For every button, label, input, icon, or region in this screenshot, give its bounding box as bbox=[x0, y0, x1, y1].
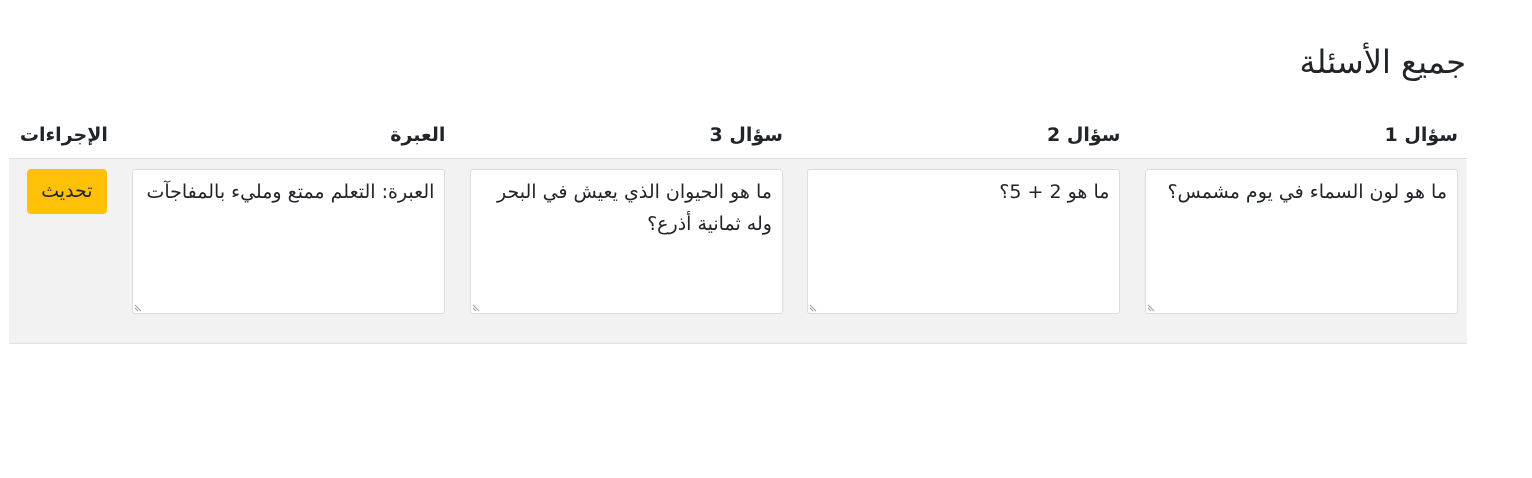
resize-handle-icon[interactable] bbox=[134, 302, 144, 312]
update-button[interactable]: تحديث bbox=[26, 169, 107, 214]
resize-handle-icon[interactable] bbox=[472, 302, 482, 312]
question-3-text: ما هو الحيوان الذي يعيش في البحر وله ثما… bbox=[496, 181, 772, 235]
header-actions: الإجراءات bbox=[9, 111, 117, 159]
question-2-text: ما هو 2 + 5؟ bbox=[999, 181, 1110, 203]
cell-lesson: العبرة: التعلم ممتع ومليء بالمفاجآت bbox=[116, 158, 455, 344]
resize-handle-icon[interactable] bbox=[809, 302, 819, 312]
lesson-textarea[interactable]: العبرة: التعلم ممتع ومليء بالمفاجآت bbox=[132, 169, 446, 314]
resize-handle-icon[interactable] bbox=[1147, 302, 1157, 312]
header-question-2: سؤال 2 bbox=[791, 111, 1130, 159]
cell-actions: تحديث bbox=[9, 158, 117, 344]
lesson-text: العبرة: التعلم ممتع ومليء بالمفاجآت bbox=[146, 181, 435, 203]
question-1-textarea[interactable]: ما هو لون السماء في يوم مشمس؟ bbox=[1145, 169, 1458, 314]
question-3-textarea[interactable]: ما هو الحيوان الذي يعيش في البحر وله ثما… bbox=[469, 169, 783, 314]
question-2-textarea[interactable]: ما هو 2 + 5؟ bbox=[807, 169, 1121, 314]
cell-question-2: ما هو 2 + 5؟ bbox=[791, 158, 1130, 344]
header-lesson: العبرة bbox=[116, 111, 455, 159]
cell-question-1: ما هو لون السماء في يوم مشمس؟ bbox=[1129, 158, 1467, 344]
table-row: ما هو لون السماء في يوم مشمس؟ ما هو 2 + … bbox=[9, 158, 1467, 344]
cell-question-3: ما هو الحيوان الذي يعيش في البحر وله ثما… bbox=[454, 158, 792, 344]
questions-table: سؤال 1 سؤال 2 سؤال 3 العبرة الإجراءات ما… bbox=[9, 111, 1467, 344]
question-1-text: ما هو لون السماء في يوم مشمس؟ bbox=[1167, 181, 1447, 203]
header-question-3: سؤال 3 bbox=[454, 111, 792, 159]
header-question-1: سؤال 1 bbox=[1129, 111, 1467, 159]
page-title: جميع الأسئلة bbox=[1299, 43, 1467, 81]
table-header-row: سؤال 1 سؤال 2 سؤال 3 العبرة الإجراءات bbox=[9, 111, 1467, 159]
